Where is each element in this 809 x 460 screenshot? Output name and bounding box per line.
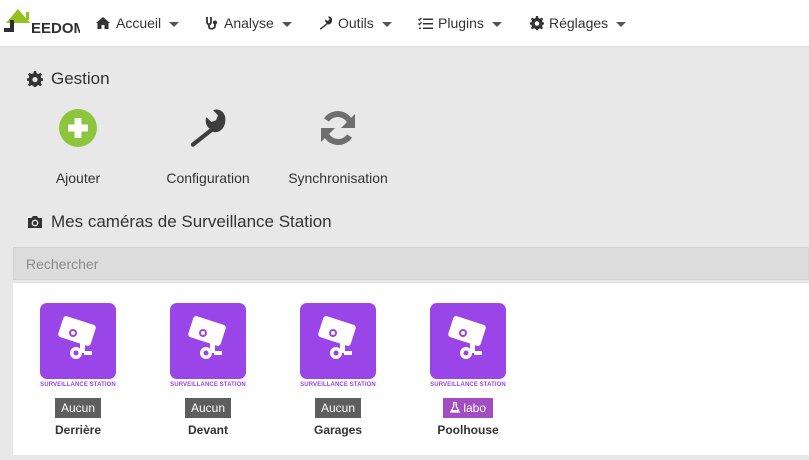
gestion-title: Gestion	[51, 69, 110, 88]
chevron-down-icon	[381, 21, 392, 27]
plus-circle-icon	[59, 109, 97, 147]
nav-reglages[interactable]: Réglages	[530, 0, 627, 46]
surveillance-camera-icon	[300, 303, 376, 379]
configuration-button[interactable]: Configuration	[153, 104, 263, 186]
brand-caption: SURVEILLANCE STATION	[430, 382, 506, 388]
tasks-icon	[418, 16, 433, 29]
wrench-icon	[320, 16, 333, 30]
nav-accueil-label: Accueil	[116, 15, 162, 31]
camera-card-garages[interactable]: SURVEILLANCE STATION Aucun Garages	[283, 303, 393, 437]
camera-card-poolhouse[interactable]: SURVEILLANCE STATION labo Poolhouse	[413, 303, 523, 437]
home-icon	[96, 17, 110, 29]
cog-icon	[27, 71, 43, 87]
refresh-icon	[321, 111, 355, 145]
nav-accueil[interactable]: Accueil	[95, 0, 180, 46]
ajouter-button[interactable]: Ajouter	[23, 104, 133, 186]
labo-badge-label: labo	[463, 401, 487, 415]
configuration-label: Configuration	[166, 170, 250, 186]
cog-icon	[530, 16, 544, 30]
chevron-down-icon	[169, 21, 180, 27]
brand-caption: SURVEILLANCE STATION	[170, 382, 246, 388]
camera-card-derriere[interactable]: SURVEILLANCE STATION Aucun Derrière	[23, 303, 133, 437]
synchronisation-button[interactable]: Synchronisation	[283, 104, 393, 186]
cameras-panel: SURVEILLANCE STATION Aucun Derrière SURV…	[13, 283, 809, 455]
surveillance-camera-icon	[170, 303, 246, 379]
labo-badge: labo	[442, 398, 494, 418]
brand-caption: SURVEILLANCE STATION	[300, 382, 376, 388]
camera-card-devant[interactable]: SURVEILLANCE STATION Aucun Devant	[153, 303, 263, 437]
flask-icon	[449, 401, 461, 413]
search-input[interactable]	[14, 248, 808, 279]
jeedom-logo[interactable]: EEDOM	[4, 6, 86, 38]
nav-analyse[interactable]: Analyse	[205, 0, 292, 46]
camera-icon	[28, 216, 42, 228]
status-badge: Aucun	[54, 398, 102, 418]
svg-text:EEDOM: EEDOM	[31, 20, 80, 37]
nav-outils-label: Outils	[338, 15, 374, 31]
top-navbar: EEDOM Accueil Analyse Outils Plugins Rég…	[0, 0, 809, 47]
search-bar	[13, 247, 809, 280]
nav-reglages-label: Réglages	[549, 15, 609, 31]
stethoscope-icon	[206, 16, 217, 30]
chevron-down-icon	[491, 21, 502, 27]
surveillance-camera-icon	[430, 303, 506, 379]
camera-name: Poolhouse	[437, 423, 499, 437]
wrench-icon	[190, 109, 226, 147]
surveillance-camera-icon	[40, 303, 116, 379]
status-badge: Aucun	[184, 398, 232, 418]
nav-plugins-label: Plugins	[438, 15, 484, 31]
brand-caption: SURVEILLANCE STATION	[40, 382, 116, 388]
status-badge: Aucun	[314, 398, 362, 418]
camera-name: Garages	[313, 423, 363, 437]
chevron-down-icon	[616, 21, 627, 27]
nav-outils[interactable]: Outils	[319, 0, 392, 46]
nav-plugins[interactable]: Plugins	[418, 0, 502, 46]
ajouter-label: Ajouter	[55, 170, 101, 186]
synchronisation-label: Synchronisation	[288, 170, 388, 186]
camera-name: Devant	[187, 423, 228, 437]
camera-name: Derrière	[54, 423, 102, 437]
chevron-down-icon	[281, 21, 292, 27]
panel-bottom-border	[13, 455, 809, 460]
gestion-section-title: Gestion	[27, 69, 110, 89]
cameras-section-title: Mes caméras de Surveillance Station	[27, 212, 332, 232]
cameras-title: Mes caméras de Surveillance Station	[51, 212, 332, 231]
jeedom-logo-icon: EEDOM	[4, 9, 86, 37]
nav-analyse-label: Analyse	[224, 15, 274, 31]
